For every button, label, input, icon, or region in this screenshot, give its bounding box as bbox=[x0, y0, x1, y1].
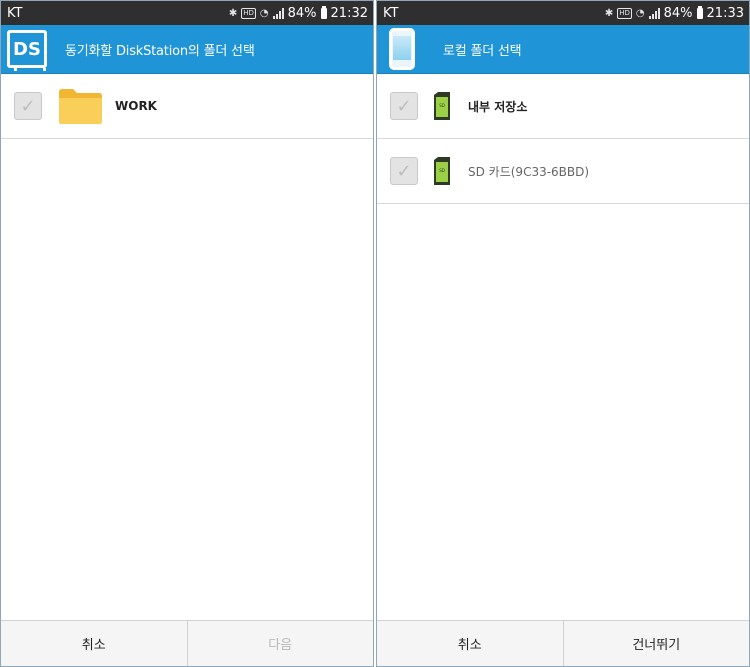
status-bar: KT ✱ HD ◔ 84% 21:33 bbox=[377, 1, 749, 25]
hd-badge: HD bbox=[241, 7, 256, 19]
battery-icon bbox=[696, 5, 703, 19]
carrier-label: KT bbox=[7, 5, 23, 21]
folder-name: WORK bbox=[115, 99, 157, 113]
sd-card-icon: SD bbox=[434, 157, 450, 185]
local-folder-screen: KT ✱ HD ◔ 84% 21:33 로컬 폴더 선택 ✓ SD 내부 저장소… bbox=[376, 0, 750, 667]
diskstation-folder-screen: KT ✱ HD ◔ 84% 21:32 DS 동기화할 DiskStation의… bbox=[0, 0, 374, 667]
checkbox[interactable]: ✓ bbox=[390, 157, 418, 185]
folder-list: ✓ WORK bbox=[1, 74, 373, 139]
list-item[interactable]: ✓ WORK bbox=[1, 74, 373, 139]
status-icons: ✱ HD ◔ 84% 21:32 bbox=[228, 5, 368, 21]
header: 로컬 폴더 선택 bbox=[377, 25, 749, 74]
checkbox[interactable]: ✓ bbox=[390, 92, 418, 120]
battery-percent: 84% bbox=[287, 5, 317, 21]
hd-badge: HD bbox=[617, 7, 632, 19]
list-item[interactable]: ✓ SD 내부 저장소 bbox=[377, 74, 749, 139]
svg-text:SD: SD bbox=[439, 103, 445, 108]
storage-name: 내부 저장소 bbox=[468, 99, 528, 114]
clock: 21:33 bbox=[706, 5, 744, 21]
ds-logo-icon: DS bbox=[7, 30, 47, 71]
clock: 21:32 bbox=[330, 5, 368, 21]
list-item[interactable]: ✓ SD SD 카드(9C33-6BBD) bbox=[377, 139, 749, 204]
battery-icon bbox=[320, 5, 327, 19]
cancel-button[interactable]: 취소 bbox=[1, 621, 187, 666]
status-bar: KT ✱ HD ◔ 84% 21:32 bbox=[1, 1, 373, 25]
wifi-icon: ◔ bbox=[635, 7, 645, 19]
signal-icon bbox=[272, 7, 284, 19]
page-title: 로컬 폴더 선택 bbox=[443, 43, 522, 59]
cancel-button[interactable]: 취소 bbox=[377, 621, 563, 666]
sd-card-icon: SD bbox=[434, 92, 450, 120]
bluetooth-icon: ✱ bbox=[228, 7, 238, 19]
storage-name: SD 카드(9C33-6BBD) bbox=[468, 164, 590, 179]
carrier-label: KT bbox=[383, 5, 399, 21]
svg-text:SD: SD bbox=[439, 168, 445, 173]
page-title: 동기화할 DiskStation의 폴더 선택 bbox=[65, 43, 255, 59]
header: DS 동기화할 DiskStation의 폴더 선택 bbox=[1, 25, 373, 74]
checkbox[interactable]: ✓ bbox=[14, 92, 42, 120]
signal-icon bbox=[648, 7, 660, 19]
bottom-action-bar: 취소 다음 bbox=[1, 620, 373, 666]
wifi-icon: ◔ bbox=[259, 7, 269, 19]
skip-button[interactable]: 건너뛰기 bbox=[562, 621, 750, 666]
bottom-action-bar: 취소 건너뛰기 bbox=[377, 620, 749, 666]
next-button[interactable]: 다음 bbox=[186, 621, 374, 666]
status-icons: ✱ HD ◔ 84% 21:33 bbox=[604, 5, 744, 21]
battery-percent: 84% bbox=[663, 5, 693, 21]
folder-icon bbox=[59, 89, 102, 124]
bluetooth-icon: ✱ bbox=[604, 7, 614, 19]
storage-list: ✓ SD 내부 저장소 ✓ SD SD 카드(9C33-6BBD) bbox=[377, 74, 749, 204]
phone-icon bbox=[389, 28, 415, 70]
